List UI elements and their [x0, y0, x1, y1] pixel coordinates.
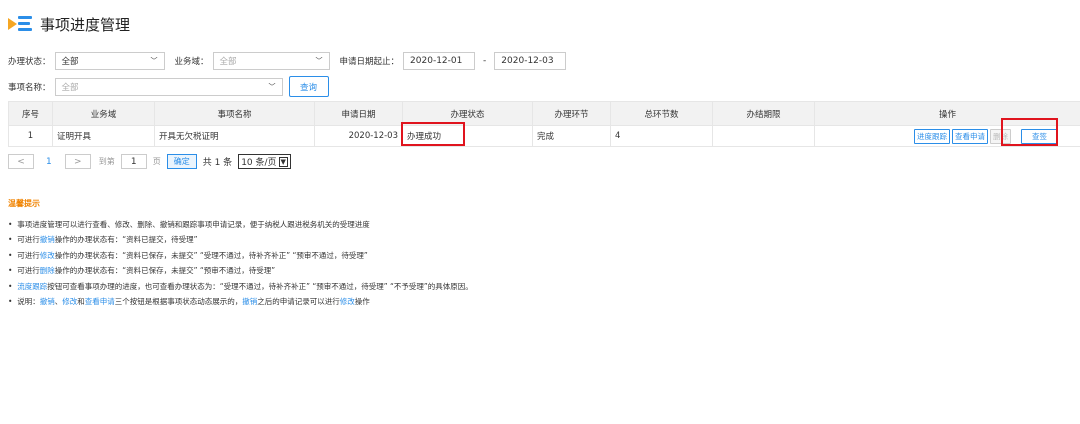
- page-header: 事项进度管理: [8, 12, 130, 36]
- name-select[interactable]: 全部 ﹀: [54, 77, 283, 96]
- cell-step: 完成: [532, 125, 611, 147]
- date-separator: -: [483, 56, 487, 66]
- tips-title: 温馨提示: [8, 199, 40, 208]
- table-header-row: 序号 业务域 事项名称 申请日期 办理状态 办理环节 总环节数 办结期限 操作: [8, 101, 1080, 126]
- tip-line: • 可进行删除操作的办理状态有：“资料已保存，未提交” “预审不通过，待受理”: [8, 266, 276, 276]
- status-select[interactable]: 全部 ﹀: [54, 52, 165, 70]
- confirm-button[interactable]: 确定: [166, 154, 197, 169]
- tip-line: • 说明：撤销、修改和查看申请三个按钮是根据事项状态动态展示的，撤销之后的申请记…: [8, 296, 370, 306]
- cell-name: 开具无欠税证明: [154, 125, 315, 147]
- date-from-input[interactable]: 2020-12-01: [403, 52, 476, 70]
- col-index: 序号: [8, 101, 53, 126]
- tip-line: • 流度跟踪按钮可查看事项办理的进度，也可查看办理状态为：“受理不通过，待补齐补…: [8, 281, 473, 291]
- next-page-button[interactable]: >: [64, 154, 91, 169]
- tip-line: • 可进行修改操作的办理状态有：“资料已保存，未提交” “受理不通过，待补齐补正…: [8, 250, 368, 260]
- cell-total: 4: [610, 125, 713, 147]
- pagination: < 1 > 到第 1 页 确定 共 1 条 10 条/页 ▼: [8, 154, 291, 169]
- chevron-down-icon: ﹀: [268, 82, 276, 91]
- col-deadline: 办结期限: [712, 101, 815, 126]
- status-label: 办理状态：: [8, 57, 51, 67]
- chevron-down-icon: ﹀: [315, 57, 323, 65]
- goto-label: 到第: [98, 157, 115, 166]
- tips-list: • 事项进度管理可以进行查看、修改、删除、撤销和跟踪事项申请记录，便于纳税人跟进…: [8, 217, 473, 309]
- col-domain: 业务域: [52, 101, 155, 126]
- results-table: 序号 业务域 事项名称 申请日期 办理状态 办理环节 总环节数 办结期限 操作 …: [8, 101, 1080, 147]
- name-label: 事项名称：: [8, 82, 51, 93]
- cell-date: 2020-12-03: [314, 125, 403, 147]
- domain-label: 业务域：: [174, 57, 209, 67]
- col-step: 办理环节: [532, 101, 611, 126]
- prev-page-button[interactable]: <: [8, 154, 34, 169]
- cell-domain: 证明开具: [52, 125, 155, 147]
- chevron-down-icon: ▼: [278, 156, 288, 167]
- col-total: 总环节数: [610, 101, 713, 126]
- col-date: 申请日期: [314, 101, 403, 126]
- total-count: 共 1 条: [202, 158, 233, 168]
- chevron-down-icon: ﹀: [150, 57, 158, 65]
- query-button[interactable]: 查询: [288, 76, 329, 97]
- view-highlight-box: [1001, 118, 1058, 146]
- list-icon: [8, 14, 38, 34]
- page-number[interactable]: 1: [46, 157, 52, 167]
- view-apply-button[interactable]: 查看申请: [952, 128, 988, 144]
- filter-row-1: 办理状态： 全部 ﹀ 业务域： 全部 ﹀ 申请日期起止： 2020-12-01 …: [8, 52, 567, 70]
- domain-select[interactable]: 全部 ﹀: [212, 52, 330, 70]
- goto-input[interactable]: 1: [120, 154, 147, 169]
- date-label: 申请日期起止：: [339, 57, 400, 67]
- status-highlight-box: [401, 122, 465, 146]
- date-to-input[interactable]: 2020-12-03: [494, 52, 567, 70]
- col-name: 事项名称: [154, 101, 315, 126]
- filter-row-2: 事项名称： 全部 ﹀ 查询: [8, 76, 329, 97]
- cell-deadline: [712, 125, 815, 147]
- track-button[interactable]: 进度跟踪: [914, 128, 950, 144]
- tip-line: • 事项进度管理可以进行查看、修改、删除、撤销和跟踪事项申请记录，便于纳税人跟进…: [8, 220, 370, 229]
- cell-index: 1: [8, 125, 53, 147]
- tip-line: • 可进行撤销操作的办理状态有：“资料已提交，待受理”: [8, 235, 198, 245]
- page-unit: 页: [152, 157, 161, 166]
- page-title: 事项进度管理: [40, 15, 131, 34]
- table-row: 1 证明开具 开具无欠税证明 2020-12-03 办理成功 完成 4 进度跟踪…: [8, 125, 1080, 147]
- page-size-select[interactable]: 10 条/页 ▼: [238, 154, 291, 169]
